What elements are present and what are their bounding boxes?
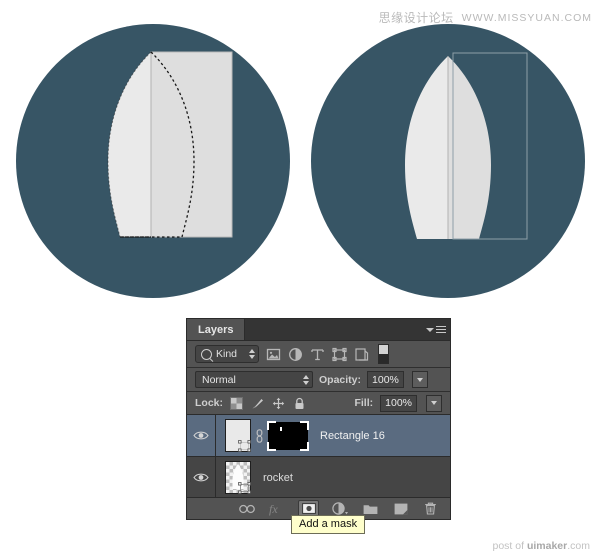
lock-label: Lock:: [195, 397, 224, 409]
delete-layer-button[interactable]: [422, 501, 439, 517]
filter-adjustment-icon[interactable]: [288, 347, 303, 362]
lock-row: Lock: Fill: 100%: [187, 392, 450, 415]
layer-name[interactable]: rocket: [263, 472, 293, 484]
layer-list: Rectangle 16 rocket: [187, 415, 450, 499]
link-layers-button[interactable]: [238, 501, 255, 517]
panel-menu-icon[interactable]: [426, 324, 446, 335]
mask-selected-corner: [300, 441, 309, 451]
lock-image-pixels-icon[interactable]: [251, 397, 264, 410]
opacity-dropdown-arrow[interactable]: [411, 371, 428, 388]
panel-menu-lines-icon: [436, 325, 446, 334]
blend-mode-select[interactable]: Normal: [195, 371, 313, 388]
layer-thumbnails: [216, 419, 309, 452]
layer-visibility-toggle[interactable]: [187, 457, 216, 498]
blend-mode-row: Normal Opacity: 100%: [187, 368, 450, 392]
fx-icon: fx: [269, 502, 278, 516]
trash-icon: [425, 502, 436, 515]
filter-kind-label: Kind: [216, 348, 238, 360]
rectangle-16-fill: [151, 52, 232, 237]
fill-value[interactable]: 100%: [380, 394, 417, 412]
watermark-bottom-suffix: .com: [567, 540, 590, 552]
illustration-left: [12, 20, 294, 307]
layer-thumbnails: [216, 461, 251, 494]
opacity-label: Opacity:: [319, 373, 362, 386]
tab-layers[interactable]: Layers: [187, 319, 246, 340]
half-circle-icon: [332, 502, 348, 515]
watermark-bottom-brand: uimaker: [526, 540, 568, 552]
blend-mode-value: Normal: [202, 373, 236, 386]
layer-mask-link-icon[interactable]: [255, 428, 264, 443]
new-layer-icon: [394, 503, 407, 514]
mask-content-mark: [280, 426, 282, 431]
opacity-value[interactable]: 100%: [367, 371, 404, 388]
layer-name[interactable]: Rectangle 16: [320, 430, 385, 442]
mask-selected-corner: [300, 420, 309, 430]
link-icon: [238, 504, 255, 513]
layer-mask-thumbnail[interactable]: [267, 420, 309, 451]
fill-label: Fill:: [354, 397, 374, 409]
layer-row-rectangle-16[interactable]: Rectangle 16: [187, 415, 450, 457]
svg-text:fx: fx: [269, 502, 278, 516]
layers-panel: Layers Kind Normal Opacity: 100% Lock: F…: [186, 318, 451, 520]
vector-mask-badge-icon: [238, 440, 251, 452]
filter-shape-icon[interactable]: [332, 347, 347, 362]
layer-row-rocket[interactable]: rocket: [187, 457, 450, 499]
filter-enable-toggle[interactable]: [378, 344, 389, 364]
filter-smartobject-icon[interactable]: [354, 347, 369, 362]
mask-selected-corner: [267, 420, 276, 430]
new-layer-button[interactable]: [392, 501, 409, 517]
tab-layers-label: Layers: [198, 323, 234, 336]
eye-icon: [193, 431, 209, 440]
folder-icon: [363, 504, 378, 514]
watermark-bottom-prefix: post of: [492, 540, 527, 552]
add-mask-icon: [301, 503, 316, 514]
illustration-right: [307, 20, 589, 307]
mask-selected-corner: [267, 441, 276, 451]
fill-dropdown-arrow[interactable]: [426, 394, 442, 412]
updown-stepper-icon: [249, 349, 255, 359]
rocket-masked-canvas: [311, 24, 585, 298]
layer-filter-row: Kind: [187, 341, 450, 368]
eye-icon: [193, 473, 209, 482]
lock-transparent-pixels-icon[interactable]: [230, 396, 244, 410]
filter-type-icon[interactable]: [310, 347, 325, 362]
filter-pixel-icon[interactable]: [266, 347, 281, 362]
lock-icon-group: [230, 396, 306, 410]
lock-position-icon[interactable]: [272, 397, 285, 410]
rocket-selection-canvas: [16, 24, 290, 298]
vector-mask-badge-icon: [238, 482, 251, 494]
filter-kind-select[interactable]: Kind: [195, 345, 259, 363]
panel-tab-bar: Layers: [187, 319, 450, 341]
layer-shape-thumbnail[interactable]: [225, 419, 251, 452]
lock-all-icon[interactable]: [293, 397, 306, 410]
search-icon: [201, 348, 212, 360]
tooltip-add-a-mask: Add a mask: [291, 515, 366, 534]
blend-mode-stepper-icon: [303, 374, 309, 385]
layer-style-button[interactable]: fx: [268, 501, 285, 517]
watermark-bottom: post of uimaker.com: [493, 540, 591, 552]
layer-shape-thumbnail[interactable]: [225, 461, 251, 494]
panel-menu-triangle-icon: [426, 327, 434, 332]
layer-visibility-toggle[interactable]: [187, 415, 216, 456]
